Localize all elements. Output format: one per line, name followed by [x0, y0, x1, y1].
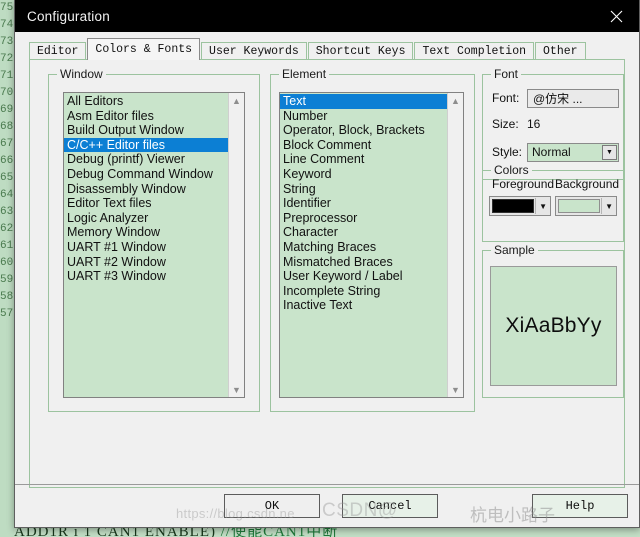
chevron-up-icon[interactable]: ▲: [229, 93, 244, 108]
font-group-legend: Font: [491, 67, 522, 81]
close-icon[interactable]: [594, 0, 639, 32]
list-item-selected[interactable]: C/C++ Editor files: [64, 137, 228, 153]
foreground-color-picker[interactable]: ▼: [489, 196, 551, 216]
colors-fonts-page: Window All Editors Asm Editor files Buil…: [29, 59, 625, 488]
sample-group: Sample XiAaBbYy: [482, 243, 624, 398]
sample-preview-box: XiAaBbYy: [490, 266, 617, 386]
chevron-down-icon[interactable]: ▼: [601, 198, 616, 214]
list-item[interactable]: Build Output Window: [64, 123, 228, 138]
list-item[interactable]: Matching Braces: [280, 240, 447, 255]
size-value: 16: [527, 117, 541, 131]
chevron-down-icon[interactable]: ▼: [535, 198, 550, 214]
element-listbox[interactable]: Text Number Operator, Block, Brackets Bl…: [279, 92, 464, 398]
list-item[interactable]: Inactive Text: [280, 298, 447, 313]
list-item[interactable]: Keyword: [280, 167, 447, 182]
list-item[interactable]: Debug (printf) Viewer: [64, 152, 228, 167]
list-item[interactable]: Preprocessor: [280, 211, 447, 226]
window-group: Window All Editors Asm Editor files Buil…: [48, 67, 260, 412]
colors-group-legend: Colors: [491, 163, 532, 177]
cancel-button[interactable]: Cancel: [342, 494, 438, 518]
list-item[interactable]: UART #2 Window: [64, 255, 228, 270]
tab-text-completion[interactable]: Text Completion: [414, 42, 535, 60]
style-select-value: Normal: [532, 145, 571, 159]
window-list-scrollbar[interactable]: ▲ ▼: [228, 93, 244, 397]
list-item-selected[interactable]: Text: [280, 94, 447, 109]
list-item[interactable]: Editor Text files: [64, 196, 228, 211]
tab-editor[interactable]: Editor: [29, 42, 87, 60]
list-item[interactable]: Line Comment: [280, 152, 447, 167]
list-item[interactable]: Mismatched Braces: [280, 255, 447, 270]
element-group: Element Text Number Operator, Block, Bra…: [270, 67, 475, 412]
help-button[interactable]: Help: [532, 494, 628, 518]
style-row: Style: Normal ▼: [492, 143, 619, 162]
tab-colors-fonts[interactable]: Colors & Fonts: [87, 38, 201, 60]
list-item[interactable]: Asm Editor files: [64, 109, 228, 124]
list-item[interactable]: Disassembly Window: [64, 182, 228, 197]
sample-group-legend: Sample: [491, 243, 538, 257]
dialog-titlebar: Configuration: [15, 0, 639, 32]
list-item[interactable]: Character: [280, 225, 447, 240]
configuration-dialog: Configuration Editor Colors & Fonts User…: [14, 0, 640, 528]
font-label: Font:: [492, 90, 520, 105]
dialog-button-bar: OK Cancel Help: [15, 484, 639, 527]
font-row: Font: @仿宋 ...: [492, 89, 619, 108]
font-picker-button[interactable]: @仿宋 ...: [527, 89, 619, 108]
size-label: Size:: [492, 117, 519, 131]
style-label: Style:: [492, 144, 523, 159]
foreground-label: Foreground: [492, 177, 555, 191]
window-listbox[interactable]: All Editors Asm Editor files Build Outpu…: [63, 92, 245, 398]
window-list-items: All Editors Asm Editor files Build Outpu…: [64, 93, 228, 397]
dialog-client-area: Editor Colors & Fonts User Keywords Shor…: [15, 32, 639, 527]
foreground-swatch: [492, 199, 535, 213]
list-item[interactable]: All Editors: [64, 94, 228, 109]
element-list-items: Text Number Operator, Block, Brackets Bl…: [280, 93, 447, 397]
editor-line-number-gutter: 75 74 73 72 71 70 69 68 67 66 65 64 63 6…: [0, 0, 14, 537]
list-item[interactable]: Block Comment: [280, 138, 447, 153]
chevron-up-icon[interactable]: ▲: [448, 93, 463, 108]
ok-button[interactable]: OK: [224, 494, 320, 518]
list-item[interactable]: User Keyword / Label: [280, 269, 447, 284]
element-group-legend: Element: [279, 67, 330, 81]
list-item[interactable]: UART #1 Window: [64, 240, 228, 255]
list-item[interactable]: Debug Command Window: [64, 167, 228, 182]
list-item[interactable]: Incomplete String: [280, 284, 447, 299]
chevron-down-icon[interactable]: ▼: [448, 382, 463, 397]
colors-group: Colors Foreground Background ▼ ▼: [482, 163, 624, 242]
background-label: Background: [555, 177, 620, 191]
background-swatch: [558, 199, 601, 213]
list-item[interactable]: Number: [280, 109, 447, 124]
list-item[interactable]: Logic Analyzer: [64, 211, 228, 226]
tab-shortcut-keys[interactable]: Shortcut Keys: [307, 42, 414, 60]
background-color-picker[interactable]: ▼: [555, 196, 617, 216]
list-item[interactable]: String: [280, 182, 447, 197]
tab-strip: Editor Colors & Fonts User Keywords Shor…: [29, 38, 587, 60]
list-item[interactable]: Memory Window: [64, 225, 228, 240]
chevron-down-icon[interactable]: ▼: [602, 145, 617, 160]
list-item[interactable]: Operator, Block, Brackets: [280, 123, 447, 138]
size-row: Size: 16: [492, 117, 540, 131]
dialog-title: Configuration: [27, 8, 110, 24]
sample-text: XiAaBbYy: [505, 314, 602, 337]
element-list-scrollbar[interactable]: ▲ ▼: [447, 93, 463, 397]
tab-user-keywords[interactable]: User Keywords: [201, 42, 307, 60]
chevron-down-icon[interactable]: ▼: [229, 382, 244, 397]
list-item[interactable]: Identifier: [280, 196, 447, 211]
tab-other[interactable]: Other: [535, 42, 586, 60]
list-item[interactable]: UART #3 Window: [64, 269, 228, 284]
window-group-legend: Window: [57, 67, 106, 81]
style-select[interactable]: Normal ▼: [527, 143, 619, 162]
